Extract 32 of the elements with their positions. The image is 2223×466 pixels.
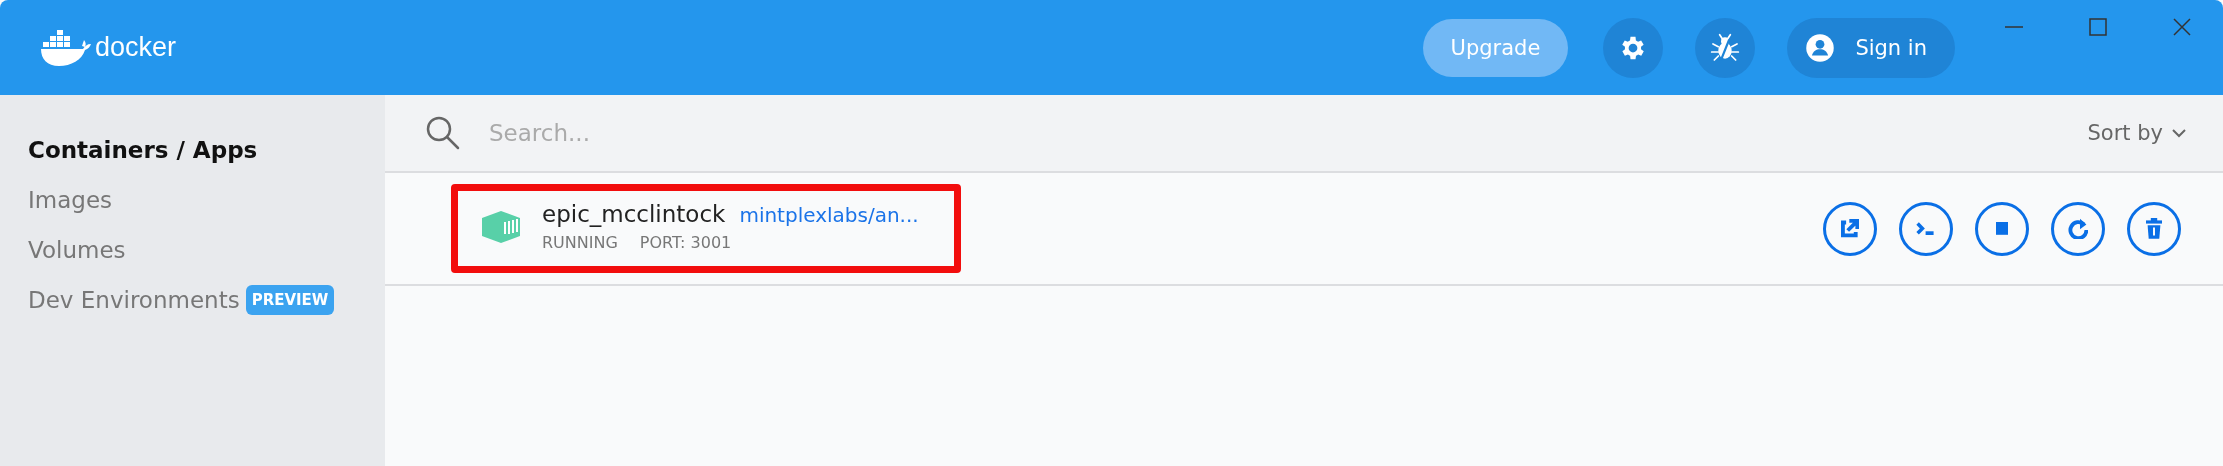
container-name: epic_mcclintock (542, 201, 726, 227)
restart-button[interactable] (2051, 201, 2105, 256)
terminal-button[interactable] (1899, 201, 1953, 256)
open-in-browser-button[interactable] (1823, 201, 1877, 256)
image-link[interactable]: mintplexlabs/an... (739, 203, 919, 227)
sidebar-item[interactable]: Dev Environments (28, 287, 240, 313)
stop-button[interactable] (1975, 201, 2029, 256)
container-icon (480, 208, 522, 245)
upgrade-button[interactable]: Upgrade (1422, 18, 1569, 77)
sidebar-item[interactable]: Volumes (28, 237, 126, 263)
search-icon (425, 115, 461, 151)
whale-logo-icon (40, 28, 93, 67)
logo-text: docker (95, 33, 177, 64)
search-field[interactable]: Search... (487, 119, 2082, 147)
maximize-icon[interactable] (2087, 16, 2109, 38)
sidebar-item[interactable]: Containers / Apps (28, 137, 258, 163)
bug-icon (1709, 31, 1742, 64)
sign-in-button[interactable]: Sign in (1787, 17, 1955, 78)
sort-dropdown[interactable]: Sort by (2081, 120, 2193, 146)
external-link-icon (1840, 219, 1860, 238)
port-text: PORT: 3001 (639, 233, 732, 252)
stop-icon (1995, 222, 2009, 235)
preview-badge: PREVIEW (245, 285, 335, 315)
sidebar-item[interactable]: Images (28, 187, 112, 213)
terminal-icon (1916, 222, 1936, 235)
trash-icon (2146, 218, 2162, 239)
close-icon[interactable] (2171, 16, 2193, 38)
delete-button[interactable] (2127, 201, 2181, 256)
chevron-down-icon (2171, 127, 2187, 139)
status-text: RUNNING (542, 233, 618, 252)
restart-icon (2068, 217, 2088, 240)
user-icon (1805, 32, 1836, 63)
